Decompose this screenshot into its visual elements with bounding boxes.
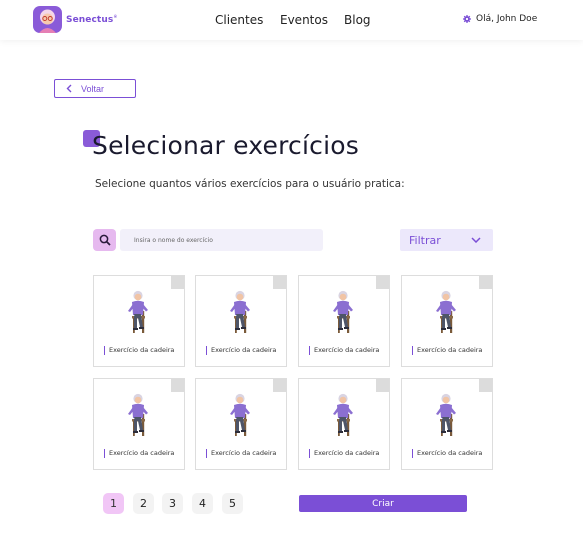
- exercise-label: Exercício da cadeira: [309, 449, 379, 458]
- logo-icon[interactable]: [33, 6, 62, 33]
- exercise-card[interactable]: Exercício da cadeira: [93, 275, 185, 367]
- search-button[interactable]: [93, 229, 116, 251]
- exercise-label: Exercício da cadeira: [206, 346, 276, 355]
- brand-text: Senectus: [66, 15, 114, 25]
- page-subtitle: Selecione quantos vários exercícios para…: [95, 178, 405, 190]
- exercise-checkbox[interactable]: [376, 379, 389, 392]
- exercise-label: Exercício da cadeira: [412, 346, 482, 355]
- elderly-chair-exercise-icon: [230, 290, 250, 333]
- exercise-label: Exercício da cadeira: [309, 346, 379, 355]
- exercise-checkbox[interactable]: [171, 276, 184, 289]
- exercise-checkbox[interactable]: [273, 379, 286, 392]
- create-button[interactable]: Criar: [299, 495, 467, 512]
- chevron-left-icon: [66, 84, 72, 93]
- exercise-checkbox[interactable]: [479, 276, 492, 289]
- elderly-chair-exercise-icon: [128, 290, 148, 333]
- filter-dropdown[interactable]: Filtrar: [400, 229, 493, 251]
- exercise-checkbox[interactable]: [171, 379, 184, 392]
- search-input[interactable]: [120, 229, 323, 251]
- nav-blog[interactable]: Blog: [344, 13, 371, 27]
- exercise-card[interactable]: Exercício da cadeira: [401, 275, 493, 367]
- page-button-4[interactable]: 4: [192, 493, 213, 514]
- elderly-chair-exercise-icon: [333, 290, 353, 333]
- page-title: Selecionar exercícios: [92, 131, 359, 160]
- page-button-2[interactable]: 2: [133, 493, 154, 514]
- page-button-1[interactable]: 1: [103, 493, 124, 514]
- exercise-checkbox[interactable]: [273, 276, 286, 289]
- exercise-label: Exercício da cadeira: [412, 449, 482, 458]
- top-header: Senectus® Clientes Eventos Blog Olá, Joh…: [0, 0, 583, 40]
- exercise-card[interactable]: Exercício da cadeira: [298, 378, 390, 470]
- exercise-label: Exercício da cadeira: [104, 449, 174, 458]
- brand-registered-mark: ®: [113, 14, 118, 19]
- exercise-checkbox[interactable]: [376, 276, 389, 289]
- exercise-label: Exercício da cadeira: [206, 449, 276, 458]
- user-greeting: Olá, John Doe: [476, 14, 538, 24]
- filter-label: Filtrar: [409, 233, 441, 247]
- back-button[interactable]: Voltar: [54, 79, 136, 98]
- page-button-5[interactable]: 5: [222, 493, 243, 514]
- page-button-3[interactable]: 3: [162, 493, 183, 514]
- nav-clientes[interactable]: Clientes: [215, 13, 263, 27]
- search-icon: [99, 234, 111, 246]
- back-label: Voltar: [81, 83, 105, 94]
- elderly-chair-exercise-icon: [128, 393, 148, 436]
- exercise-card[interactable]: Exercício da cadeira: [401, 378, 493, 470]
- elderly-chair-exercise-icon: [333, 393, 353, 436]
- brand-name[interactable]: Senectus®: [66, 14, 117, 25]
- elderly-chair-exercise-icon: [436, 393, 456, 436]
- elderly-chair-exercise-icon: [436, 290, 456, 333]
- nav-eventos[interactable]: Eventos: [280, 13, 328, 27]
- exercise-card[interactable]: Exercício da cadeira: [298, 275, 390, 367]
- exercise-card[interactable]: Exercício da cadeira: [195, 275, 287, 367]
- chevron-down-icon: [471, 237, 481, 243]
- elderly-chair-exercise-icon: [230, 393, 250, 436]
- exercise-checkbox[interactable]: [479, 379, 492, 392]
- user-menu[interactable]: Olá, John Doe: [463, 14, 537, 24]
- exercise-label: Exercício da cadeira: [104, 346, 174, 355]
- exercise-card[interactable]: Exercício da cadeira: [195, 378, 287, 470]
- exercise-card[interactable]: Exercício da cadeira: [93, 378, 185, 470]
- gear-icon: [463, 15, 471, 23]
